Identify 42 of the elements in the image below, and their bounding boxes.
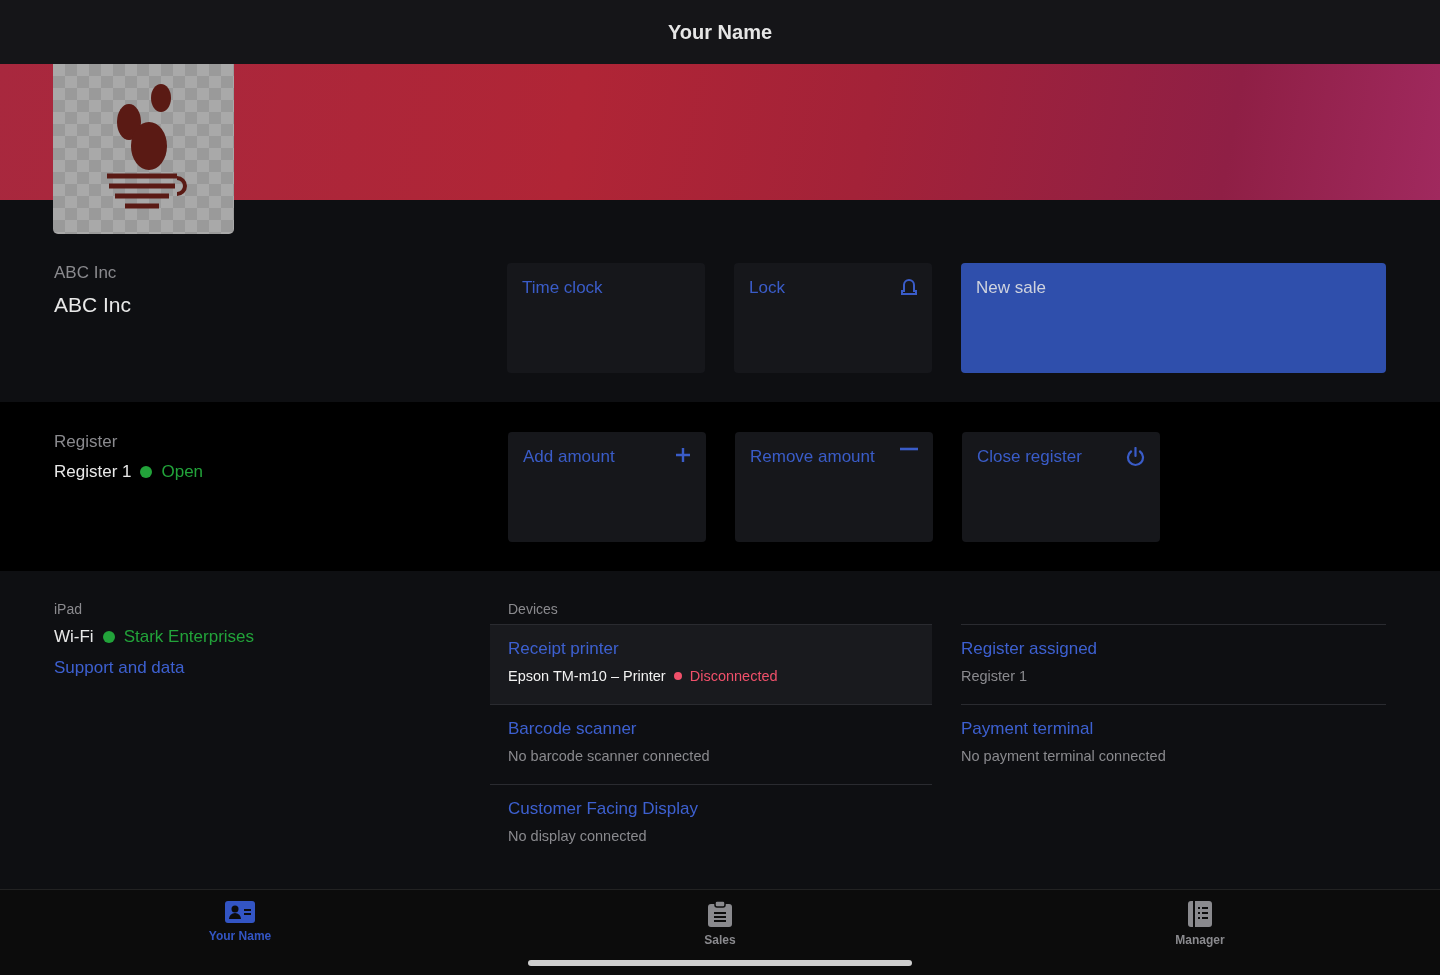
action-tile[interactable]: Time clock bbox=[507, 263, 705, 373]
tab[interactable]: Manager bbox=[960, 890, 1440, 975]
window-title: Your Name bbox=[667, 20, 773, 44]
register-label: Register bbox=[54, 432, 119, 452]
clipboard-icon bbox=[708, 901, 732, 927]
register-name: Register 1 bbox=[54, 462, 132, 482]
minus-icon bbox=[900, 447, 918, 451]
device-name: Barcode scanner bbox=[508, 719, 638, 739]
device-row[interactable]: Receipt printer Epson TM-m10 – Printer Disconnected bbox=[490, 624, 932, 704]
wifi-label: Wi-Fi bbox=[54, 627, 94, 647]
company-label: ABC Inc bbox=[54, 263, 118, 283]
action-tile[interactable]: Close register bbox=[962, 432, 1160, 542]
action-tile[interactable]: Add amount bbox=[508, 432, 706, 542]
bell-icon bbox=[901, 278, 917, 296]
book-icon bbox=[1188, 901, 1212, 927]
device-detail: No display connected bbox=[508, 828, 647, 844]
plus-icon bbox=[675, 447, 691, 463]
ipad-label: iPad bbox=[54, 601, 84, 617]
device-detail: No payment terminal connected bbox=[961, 748, 1166, 764]
network-name: Stark Enterprises bbox=[123, 627, 255, 647]
action-tile[interactable]: Lock bbox=[734, 263, 932, 373]
support-link[interactable]: Support and data bbox=[54, 658, 185, 678]
register-status: Open bbox=[161, 462, 204, 482]
tab[interactable]: Your Name bbox=[0, 890, 480, 975]
device-detail: Epson TM-m10 – Printer bbox=[508, 668, 666, 684]
device-status: Disconnected bbox=[689, 668, 778, 684]
action-tile[interactable]: Remove amount bbox=[735, 432, 933, 542]
device-row[interactable]: Payment terminal No payment terminal connected bbox=[961, 704, 1386, 784]
contact-card-icon bbox=[225, 901, 255, 923]
company-name: ABC Inc bbox=[54, 293, 133, 317]
devices-heading: Devices bbox=[508, 601, 559, 619]
device-detail: No barcode scanner connected bbox=[508, 748, 710, 764]
device-name: Register assigned bbox=[961, 639, 1099, 659]
device-row[interactable]: Barcode scanner No barcode scanner connected bbox=[490, 704, 932, 784]
device-name: Payment terminal bbox=[961, 719, 1095, 739]
device-detail: Register 1 bbox=[961, 668, 1028, 684]
device-name: Customer Facing Display bbox=[508, 799, 699, 819]
action-tile[interactable]: New sale bbox=[961, 263, 1386, 373]
power-icon bbox=[1126, 447, 1145, 467]
device-row[interactable]: Register assigned Register 1 bbox=[961, 624, 1386, 704]
device-row[interactable]: Customer Facing Display No display connected bbox=[490, 784, 932, 864]
device-name: Receipt printer bbox=[508, 639, 620, 659]
